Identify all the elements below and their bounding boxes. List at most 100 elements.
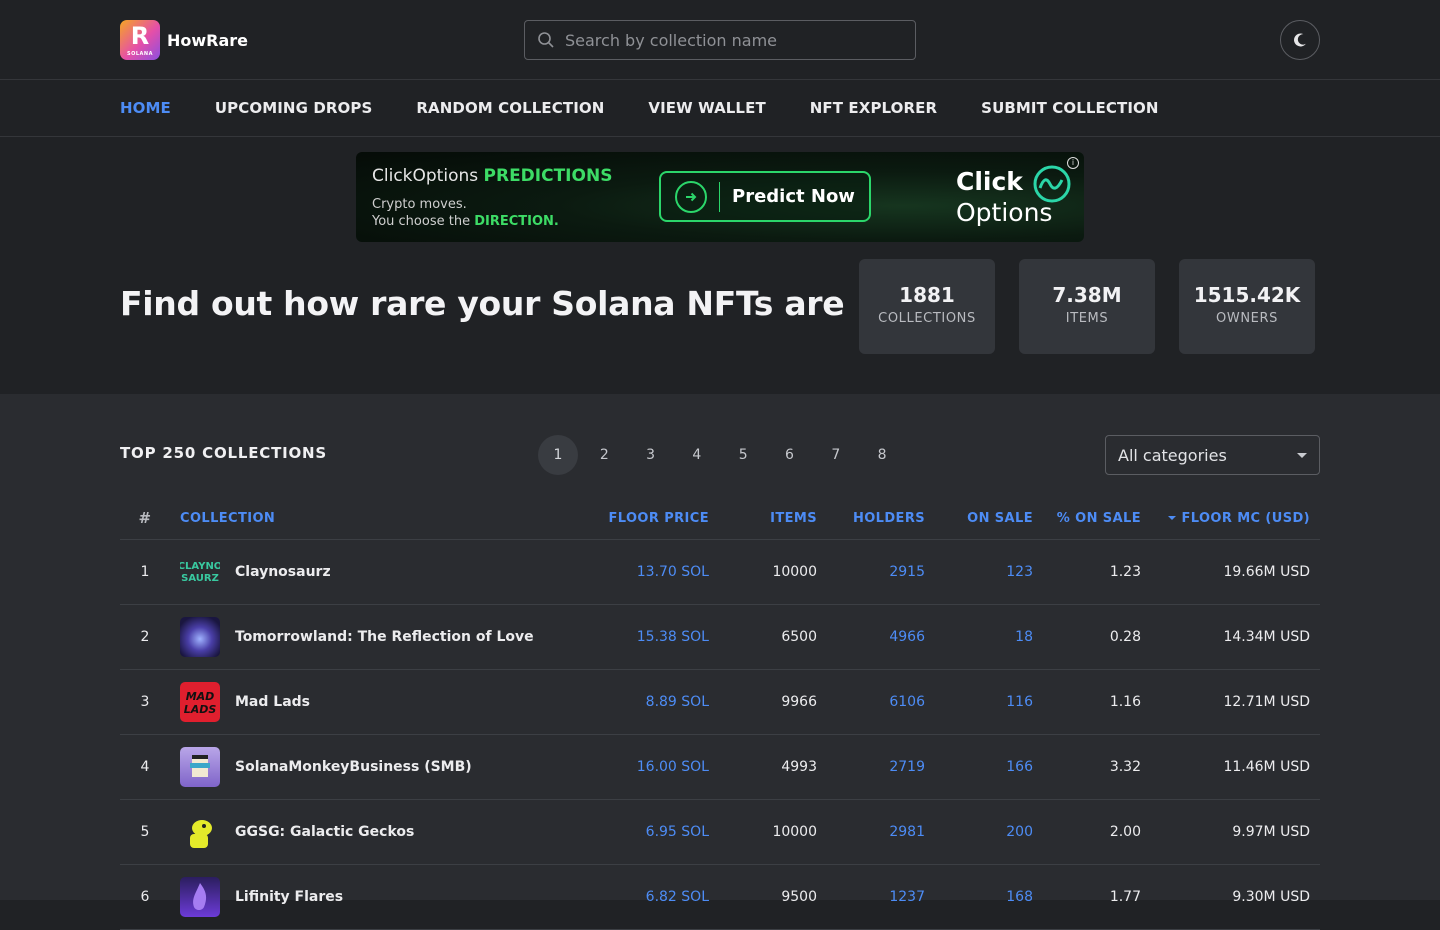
row-floor-price[interactable]: 15.38 SOL xyxy=(559,604,709,670)
row-rank: 2 xyxy=(120,604,170,670)
row-name: GGSG: Galactic Geckos xyxy=(235,823,415,840)
stat-label: ITEMS xyxy=(1065,311,1109,326)
row-holders[interactable]: 2915 xyxy=(817,539,925,605)
row-collection[interactable]: SolanaMonkeyBusiness (SMB) xyxy=(170,734,559,800)
row-pct-on-sale: 2.00 xyxy=(1033,799,1141,865)
table-row[interactable]: 5 GGSG: Galactic Geckos 6.95 SOL 10000 2… xyxy=(120,799,1320,865)
row-rank: 1 xyxy=(120,539,170,605)
stat-value: 1515.42K xyxy=(1193,283,1301,307)
row-on-sale[interactable]: 18 xyxy=(925,604,1033,670)
moon-icon xyxy=(1294,33,1306,47)
table-row[interactable]: 3 MAD LADS Mad Lads 8.89 SOL 9966 6106 11… xyxy=(120,669,1320,735)
nav-upcoming-drops[interactable]: UPCOMING DROPS xyxy=(215,99,372,117)
col-collection[interactable]: COLLECTION xyxy=(170,498,559,540)
row-collection[interactable]: Tomorrowland: The Reflection of Love xyxy=(170,604,559,670)
row-items: 10000 xyxy=(709,799,817,865)
ad-cta-separator xyxy=(719,181,720,212)
row-name: Tomorrowland: The Reflection of Love xyxy=(235,628,534,645)
stat-label: OWNERS xyxy=(1216,311,1278,326)
row-rank: 4 xyxy=(120,734,170,800)
caret-down-icon xyxy=(1297,453,1307,458)
nav-nft-explorer[interactable]: NFT EXPLORER xyxy=(810,99,937,117)
ad-predict-now-button[interactable]: Predict Now xyxy=(659,171,871,222)
row-collection[interactable]: CLAYNO SAURZ Claynosaurz xyxy=(170,539,559,605)
logo-name: HowRare xyxy=(167,30,249,50)
row-on-sale[interactable]: 168 xyxy=(925,864,1033,930)
table-row[interactable]: 2 Tomorrowland: The Reflection of Love 1… xyxy=(120,604,1320,670)
row-holders[interactable]: 6106 xyxy=(817,669,925,735)
theme-toggle-button[interactable] xyxy=(1280,20,1320,60)
row-on-sale[interactable]: 200 xyxy=(925,799,1033,865)
row-holders[interactable]: 2981 xyxy=(817,799,925,865)
row-collection[interactable]: GGSG: Galactic Geckos xyxy=(170,799,559,865)
page-6[interactable]: 6 xyxy=(769,435,809,475)
row-holders[interactable]: 1237 xyxy=(817,864,925,930)
row-pct-on-sale: 1.23 xyxy=(1033,539,1141,605)
stat-value: 1881 xyxy=(899,283,955,307)
nav-random-collection[interactable]: RANDOM COLLECTION xyxy=(416,99,604,117)
nav-view-wallet[interactable]: VIEW WALLET xyxy=(648,99,765,117)
row-holders[interactable]: 4966 xyxy=(817,604,925,670)
row-name: Claynosaurz xyxy=(235,563,331,580)
row-items: 4993 xyxy=(709,734,817,800)
page-2[interactable]: 2 xyxy=(584,435,624,475)
row-items: 9966 xyxy=(709,669,817,735)
row-floor-price[interactable]: 6.82 SOL xyxy=(559,864,709,930)
stat-collections: 1881 COLLECTIONS xyxy=(859,259,995,354)
row-pct-on-sale: 1.16 xyxy=(1033,669,1141,735)
table-row[interactable]: 6 Lifinity Flares 6.82 SOL 9500 1237 168… xyxy=(120,864,1320,930)
search-box[interactable] xyxy=(524,20,916,60)
collections-table: # COLLECTION FLOOR PRICE ITEMS HOLDERS O… xyxy=(120,498,1320,930)
page-4[interactable]: 4 xyxy=(677,435,717,475)
page-3[interactable]: 3 xyxy=(631,435,671,475)
row-collection[interactable]: Lifinity Flares xyxy=(170,864,559,930)
galactic-geckos-thumbnail xyxy=(180,811,220,852)
row-holders[interactable]: 2719 xyxy=(817,734,925,800)
tomorrowland-thumbnail xyxy=(180,616,220,657)
svg-text:MAD: MAD xyxy=(186,690,215,703)
row-pct-on-sale: 0.28 xyxy=(1033,604,1141,670)
page-8[interactable]: 8 xyxy=(862,435,902,475)
section-title: TOP 250 COLLECTIONS xyxy=(120,444,327,462)
row-items: 10000 xyxy=(709,539,817,605)
search-input[interactable] xyxy=(565,30,895,50)
col-pct-on-sale[interactable]: % ON SALE xyxy=(1033,498,1141,540)
row-items: 6500 xyxy=(709,604,817,670)
row-name: SolanaMonkeyBusiness (SMB) xyxy=(235,758,472,775)
pagination: 1 2 3 4 5 6 7 8 xyxy=(538,435,908,475)
table-row[interactable]: 4 SolanaMonkeyBusiness (SMB) 16.00 SOL 4… xyxy=(120,734,1320,800)
ad-banner[interactable]: ClickOptions PREDICTIONS Crypto moves. Y… xyxy=(356,152,1084,242)
row-floor-price[interactable]: 13.70 SOL xyxy=(559,539,709,605)
nav-home[interactable]: HOME xyxy=(120,99,171,117)
col-floor-price[interactable]: FLOOR PRICE xyxy=(559,498,709,540)
svg-text:LADS: LADS xyxy=(184,703,217,716)
page-5[interactable]: 5 xyxy=(723,435,763,475)
ad-headline: ClickOptions PREDICTIONS xyxy=(372,166,613,186)
col-on-sale[interactable]: ON SALE xyxy=(925,498,1033,540)
smb-thumbnail xyxy=(180,746,220,787)
row-on-sale[interactable]: 166 xyxy=(925,734,1033,800)
row-floor-mc: 11.46M USD xyxy=(1141,734,1320,800)
row-pct-on-sale: 3.32 xyxy=(1033,734,1141,800)
row-on-sale[interactable]: 123 xyxy=(925,539,1033,605)
page-7[interactable]: 7 xyxy=(816,435,856,475)
ad-info-icon[interactable]: i xyxy=(1067,157,1079,169)
col-holders[interactable]: HOLDERS xyxy=(817,498,925,540)
col-floor-mc[interactable]: FLOOR MC (USD) xyxy=(1141,498,1320,540)
row-on-sale[interactable]: 116 xyxy=(925,669,1033,735)
sort-desc-icon xyxy=(1168,516,1177,521)
row-floor-mc: 19.66M USD xyxy=(1141,539,1320,605)
category-select[interactable]: All categories xyxy=(1105,435,1320,475)
stat-label: COLLECTIONS xyxy=(878,311,976,326)
row-floor-price[interactable]: 16.00 SOL xyxy=(559,734,709,800)
row-name: Mad Lads xyxy=(235,693,310,710)
logo[interactable]: R SOLANA HowRare xyxy=(120,20,248,60)
page-1[interactable]: 1 xyxy=(538,435,578,475)
row-floor-price[interactable]: 8.89 SOL xyxy=(559,669,709,735)
col-items[interactable]: ITEMS xyxy=(709,498,817,540)
row-collection[interactable]: MAD LADS Mad Lads xyxy=(170,669,559,735)
table-row[interactable]: 1 CLAYNO SAURZ Claynosaurz 13.70 SOL 1000… xyxy=(120,539,1320,605)
hero-title: Find out how rare your Solana NFTs are xyxy=(120,284,845,323)
nav-submit-collection[interactable]: SUBMIT COLLECTION xyxy=(981,99,1158,117)
row-floor-price[interactable]: 6.95 SOL xyxy=(559,799,709,865)
